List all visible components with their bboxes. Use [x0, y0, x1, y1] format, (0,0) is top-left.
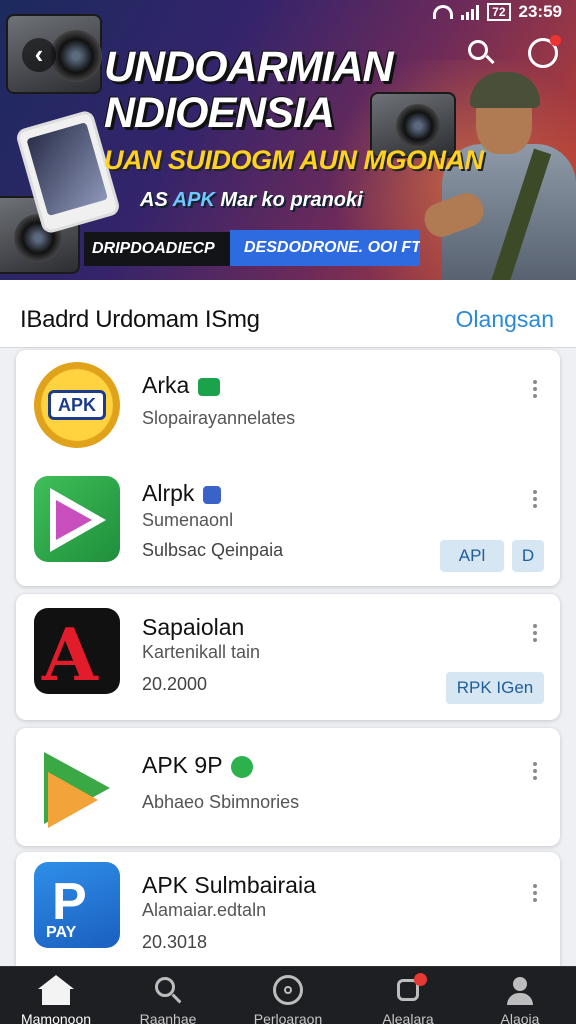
- notification-dot: [550, 35, 561, 46]
- app-icon: A: [34, 608, 120, 694]
- banner-tagline: AS APK Mar ko pranoki: [140, 189, 363, 211]
- verified-badge-icon: [230, 755, 253, 778]
- app-meta: Sulbsac Qeinpaia: [142, 540, 284, 560]
- app-card[interactable]: APK 9P Abhaeo Sbimnories: [16, 728, 560, 846]
- notification-button[interactable]: [528, 35, 561, 68]
- apk-app-icon: APK: [34, 362, 120, 448]
- see-all-link[interactable]: Olangsan: [456, 306, 554, 333]
- section-header: IBadrd Urdomam ISmg Olangsan: [0, 280, 576, 348]
- nav-item-alerts[interactable]: Alealara: [358, 967, 458, 1024]
- app-subtitle: Slopairayannelates: [142, 408, 296, 428]
- download-button[interactable]: DESDODRONE. OOI FT: [230, 230, 420, 266]
- tag-badge-icon: [202, 485, 221, 504]
- app-subtitle: Abhaeo Sbimnories: [142, 792, 300, 812]
- app-card[interactable]: A Sapaiolan Kartenikall tain 20.2000 RPK…: [16, 594, 560, 720]
- app-name: APK Sulmbairaia: [142, 872, 316, 898]
- compass-icon: [272, 975, 304, 1005]
- app-meta: 20.2000: [142, 674, 208, 694]
- more-options-icon[interactable]: [532, 884, 538, 905]
- app-subtitle: Alamaiar.edtaln: [142, 900, 267, 920]
- battery-indicator: 72: [487, 3, 511, 21]
- search-icon: [152, 975, 184, 1005]
- bottom-navigation: Mamonoon Raanhae Perloaraon Alealara Ala…: [0, 966, 576, 1024]
- signal-icon: [461, 4, 480, 20]
- list-item[interactable]: Alrpk Sumenaonl Sulbsac Qeinpaia APl D: [16, 468, 560, 586]
- wifi-icon: [433, 5, 454, 19]
- more-options-icon[interactable]: [532, 624, 538, 645]
- app-subtitle: Sumenaonl: [142, 510, 234, 530]
- back-button[interactable]: ‹: [22, 38, 56, 72]
- more-options-icon[interactable]: [532, 490, 538, 511]
- nav-label: Alealara: [382, 1011, 434, 1024]
- nav-label: Mamonoon: [20, 1011, 92, 1024]
- download-label[interactable]: DRIPDOADIECP: [84, 232, 230, 266]
- list-item[interactable]: APK Arka Slopairayannelates: [16, 350, 560, 468]
- nav-item-search[interactable]: Raanhae: [118, 967, 218, 1024]
- app-name: Arka: [142, 372, 220, 399]
- app-subtitle: Kartenikall tain: [142, 642, 261, 662]
- nav-item-home[interactable]: Mamonoon: [6, 967, 106, 1024]
- more-options-icon[interactable]: [532, 762, 538, 783]
- chevron-left-icon: ‹: [34, 39, 44, 69]
- app-name: Sapaiolan: [142, 614, 245, 640]
- nav-item-explore[interactable]: Perloaraon: [238, 967, 338, 1024]
- play-triangle-icon: [34, 742, 120, 828]
- bell-icon: [392, 973, 427, 1005]
- check-badge-icon: [197, 377, 220, 396]
- app-card[interactable]: P PAY APK Sulmbairaia Alamaiar.edtaln 20.…: [16, 852, 560, 966]
- home-icon: [38, 975, 74, 1005]
- apk-gen-button[interactable]: RPK IGen: [446, 672, 544, 704]
- app-name: APK 9P: [142, 752, 253, 779]
- banner-title: UNDOARMIAN NDIOENSIA: [104, 43, 394, 137]
- search-button[interactable]: [466, 38, 498, 70]
- section-title: IBadrd Urdomam ISmg: [20, 306, 260, 333]
- install-button[interactable]: APl: [440, 540, 504, 572]
- pay-app-icon: P PAY: [34, 862, 120, 948]
- app-meta: 20.3018: [142, 932, 208, 952]
- user-icon: [504, 975, 536, 1005]
- nav-label: Perloaraon: [253, 1011, 323, 1024]
- nav-label: Raanhae: [139, 1011, 197, 1024]
- nav-item-profile[interactable]: Alaoia: [470, 967, 570, 1024]
- app-name: Alrpk: [142, 480, 221, 507]
- status-time: 23:59: [518, 2, 562, 21]
- banner-subtitle: UAN SUIDOGM AUN MGONAN: [104, 145, 484, 175]
- play-store-icon: [34, 476, 120, 562]
- status-bar: 72 23:59: [433, 2, 562, 22]
- open-button[interactable]: D: [512, 540, 544, 572]
- more-options-icon[interactable]: [532, 380, 538, 401]
- nav-label: Alaoia: [500, 1011, 540, 1024]
- hero-banner[interactable]: 72 23:59 ‹ UNDOARMIAN NDIOENSIA UAN SUID…: [0, 0, 576, 280]
- app-card: APK Arka Slopairayannelates Alrpk Sumena…: [16, 350, 560, 586]
